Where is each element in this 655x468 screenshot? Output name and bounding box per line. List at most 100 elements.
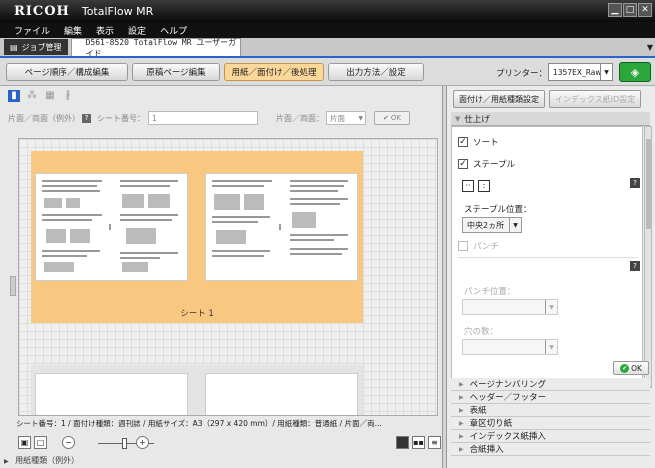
- paper-type-exception-row[interactable]: ▶ 用紙種類（例外）: [4, 455, 79, 466]
- finishing-ok-button[interactable]: ✔ OK: [613, 361, 649, 375]
- close-icon[interactable]: ✕: [638, 3, 652, 17]
- section-chapter-divider-label: 章区切り紙: [469, 419, 513, 429]
- sides-exception-label: 片面／両面（例外）: [8, 113, 80, 123]
- staple-vertical-icon[interactable]: :: [478, 180, 490, 192]
- menu-settings[interactable]: 設定: [128, 24, 146, 37]
- sheet-preview-area[interactable]: シート 1: [18, 138, 438, 416]
- chevron-down-icon: ▼: [509, 218, 521, 232]
- punch-label: パンチ: [473, 242, 499, 252]
- punch-help-icon[interactable]: ?: [630, 261, 640, 271]
- section-chapter-divider[interactable]: ▶ 章区切り紙: [451, 417, 650, 430]
- printer-select[interactable]: 1357EX_Raw ▼: [548, 63, 613, 81]
- staple-help-icon[interactable]: ?: [630, 178, 640, 188]
- sides-value: 片面: [330, 113, 345, 123]
- edit-mode-toolbar: ページ順序／構成編集 原稿ページ編集 用紙／面付け／後処理 出力方法／設定 プリ…: [0, 58, 655, 86]
- section-header-footer-label: ヘッダー／フッター: [469, 393, 547, 403]
- document-tab[interactable]: D561-8520 TotalFlow MR ユーザーガイド: [70, 37, 241, 58]
- scrollbar-thumb[interactable]: [646, 139, 651, 229]
- staple-checkbox[interactable]: ✓ ステープル: [458, 158, 515, 170]
- job-manage-label: ジョブ管理: [21, 42, 62, 52]
- paper-imposition-finishing-button[interactable]: 用紙／面付け／後処理: [224, 63, 324, 81]
- staple-label: ステープル: [473, 160, 515, 170]
- checkmark-icon: ✓: [458, 137, 468, 147]
- left-splitter-handle[interactable]: [10, 276, 16, 296]
- staple-position-select[interactable]: 中央2ヵ所 ▼: [462, 217, 522, 233]
- sheet-ok-button[interactable]: ✔ OK: [374, 111, 410, 125]
- staple-position-value: 中央2ヵ所: [467, 220, 505, 230]
- punch-checkbox[interactable]: パンチ: [458, 240, 499, 252]
- print-start-button[interactable]: ◈: [619, 62, 651, 82]
- punch-position-label: パンチ位置：: [464, 287, 516, 297]
- sheet-1[interactable]: シート 1: [31, 151, 363, 323]
- finishing-section-title: 仕上げ: [464, 114, 490, 125]
- page-left-content: [42, 180, 178, 272]
- maximize-icon[interactable]: □: [623, 3, 637, 17]
- help-icon[interactable]: ?: [82, 113, 91, 123]
- sides-select[interactable]: 片面 ▼: [326, 111, 366, 125]
- layout-single-icon[interactable]: [396, 436, 409, 449]
- sort-checkbox[interactable]: ✓ ソート: [458, 136, 499, 148]
- page-right-2: [205, 373, 358, 415]
- menu-file[interactable]: ファイル: [14, 24, 50, 37]
- layout-double-icon[interactable]: ▪▪: [412, 436, 425, 449]
- exception-icon[interactable]: ∦: [62, 90, 74, 102]
- zoom-out-icon[interactable]: −: [62, 436, 75, 449]
- document-tab-label: D561-8520 TotalFlow MR ユーザーガイド: [85, 37, 237, 58]
- section-slip-sheet[interactable]: ▶ 合紙挿入: [451, 443, 650, 456]
- minimize-icon[interactable]: ▁: [608, 3, 622, 17]
- single-view-icon[interactable]: ▮: [8, 90, 20, 102]
- chevron-down-icon: ▼: [455, 114, 461, 123]
- sides-label: 片面／両面：: [276, 113, 324, 123]
- section-header-footer[interactable]: ▶ ヘッダー／フッター: [451, 391, 650, 404]
- page-order-edit-button[interactable]: ページ順序／構成編集: [6, 63, 128, 81]
- tree-view-icon[interactable]: ⁂: [26, 90, 38, 102]
- staple-horizontal-icon[interactable]: ··: [462, 180, 474, 192]
- checkmark-icon: ✓: [458, 159, 468, 169]
- settings-pane: 面付け／用紙種類設定 インデックス紙ID設定 ▼ 仕上げ ✓ ソート ✓ ステー…: [446, 86, 655, 468]
- window-controls: ▁ □ ✕: [608, 3, 652, 17]
- staple-position-label: ステープル位置：: [464, 205, 532, 215]
- chevron-down-icon: ▼: [545, 340, 557, 354]
- chevron-down-icon: ▼: [358, 114, 363, 122]
- job-manage-tab[interactable]: ▤ ジョブ管理: [4, 39, 68, 55]
- paper-type-exception-label: 用紙種類（例外）: [15, 456, 80, 465]
- original-page-edit-button[interactable]: 原稿ページ編集: [132, 63, 220, 81]
- check-icon: ✔: [383, 114, 389, 122]
- finishing-section-header[interactable]: ▼ 仕上げ: [451, 112, 650, 126]
- ricoh-logo: RICOH: [14, 3, 70, 19]
- menu-help[interactable]: ヘルプ: [160, 24, 187, 37]
- sheet-2[interactable]: [31, 365, 363, 415]
- menu-edit[interactable]: 編集: [64, 24, 82, 37]
- chevron-down-icon: ▼: [545, 300, 557, 314]
- list-view-icon[interactable]: ▦: [44, 90, 56, 102]
- fit-page-icon[interactable]: ▣: [18, 436, 31, 449]
- start-arrow-icon: ◈: [630, 65, 640, 79]
- chevron-down-icon: ▼: [600, 64, 612, 80]
- sheet-number-input[interactable]: 1: [148, 111, 258, 125]
- output-method-settings-button[interactable]: 出力方法／設定: [328, 63, 424, 81]
- layout-list-icon[interactable]: ≡: [428, 436, 441, 449]
- section-slip-sheet-label: 合紙挿入: [469, 445, 504, 455]
- section-page-numbering[interactable]: ▶ ページナンバリング: [451, 378, 650, 391]
- view-mode-icons: ▮ ⁂ ▦ ∦: [8, 90, 74, 102]
- sort-label: ソート: [473, 138, 499, 148]
- section-cover[interactable]: ▶ 表紙: [451, 404, 650, 417]
- finishing-ok-label: OK: [631, 363, 642, 373]
- sheet-number-label: シート番号：: [97, 113, 145, 123]
- section-index-insert[interactable]: ▶ インデックス紙挿入: [451, 430, 650, 443]
- actual-size-icon[interactable]: □: [34, 436, 47, 449]
- tab-list-chevron-icon[interactable]: ▼: [647, 43, 653, 52]
- expand-arrow-icon: ▶: [459, 406, 464, 414]
- app-name: TotalFlow MR: [81, 4, 154, 18]
- menu-view[interactable]: 表示: [96, 24, 114, 37]
- finishing-scrollbar[interactable]: [644, 126, 652, 388]
- finishing-panel: ✓ ソート ✓ ステープル ·· : ? ステープル位置： 中央2ヵ所 ▼ パン…: [451, 126, 643, 388]
- hole-count-label: 穴の数：: [464, 327, 499, 337]
- check-icon: ✔: [620, 363, 630, 373]
- imposition-paper-settings-tab[interactable]: 面付け／用紙種類設定: [453, 90, 545, 108]
- document-tab-bar: ▤ ジョブ管理 D561-8520 TotalFlow MR ユーザーガイド ▼: [0, 38, 655, 58]
- expand-arrow-icon: ▶: [459, 419, 464, 427]
- zoom-in-icon[interactable]: +: [136, 436, 149, 449]
- zoom-slider-thumb[interactable]: [122, 438, 127, 449]
- sheet-label: シート 1: [180, 309, 214, 319]
